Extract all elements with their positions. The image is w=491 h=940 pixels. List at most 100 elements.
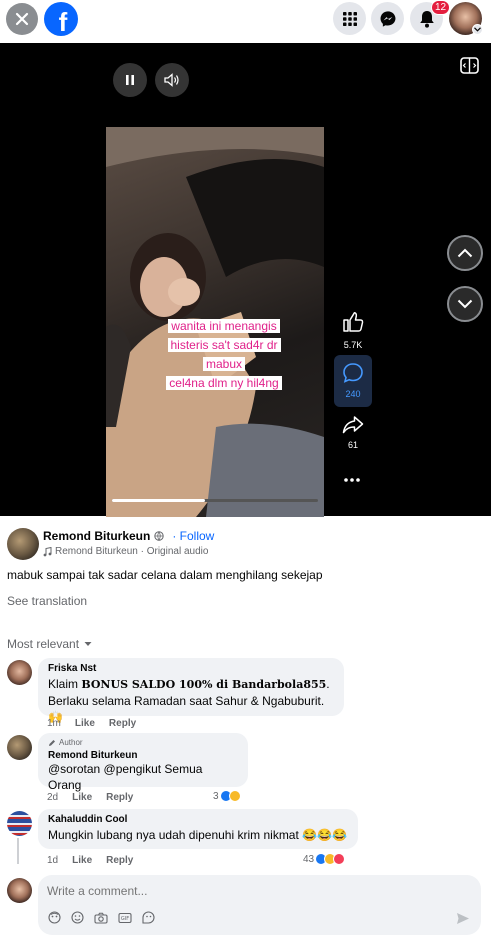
top-bar: f 12: [0, 0, 491, 43]
current-user-avatar: [7, 878, 32, 903]
commenter-name[interactable]: Kahaluddin Cool: [48, 814, 348, 825]
thread-line: [17, 838, 19, 864]
notifications-badge: 12: [431, 0, 451, 15]
chevron-down-icon: [457, 299, 473, 309]
comment-text: Mungkin lubang nya udah dipenuhi krim ni…: [48, 828, 347, 842]
comment-promo-text: BONUS SALDO 100% di Bandarbola855: [81, 678, 327, 691]
share-arrow-icon: [342, 416, 364, 434]
caption-line: histeris sa't sad4r dr: [167, 338, 281, 352]
pause-icon: [126, 75, 134, 85]
chevron-up-icon: [457, 248, 473, 258]
author-tag-label: Author: [59, 738, 83, 747]
more-dots-icon: [344, 478, 360, 482]
comment-reactions[interactable]: 3: [213, 790, 241, 802]
svg-text:GIF: GIF: [121, 916, 129, 922]
like-comment-button[interactable]: Like: [72, 792, 92, 803]
messenger-icon: [380, 10, 395, 27]
comment-actions: 1m Like Reply: [47, 718, 136, 729]
sidebar-toggle-icon: [460, 57, 479, 74]
send-icon[interactable]: [456, 912, 470, 925]
author-tag: Author: [48, 738, 238, 747]
commenter-name[interactable]: Friska Nst: [48, 663, 334, 674]
post-caption: mabuk sampai tak sadar celana dalam meng…: [7, 568, 323, 582]
commenter-avatar[interactable]: [7, 811, 32, 836]
author-avatar[interactable]: [7, 528, 39, 560]
video-frame[interactable]: wanita ini menangis histeris sa't sad4r …: [106, 127, 324, 517]
account-menu-chevron[interactable]: [472, 24, 483, 35]
picture-in-picture-button[interactable]: [460, 56, 479, 80]
reply-comment-button[interactable]: Reply: [106, 855, 133, 866]
video-caption-overlay: wanita ini menangis histeris sa't sad4r …: [144, 317, 304, 393]
caret-down-icon: [84, 642, 92, 646]
see-translation-link[interactable]: See translation: [7, 594, 87, 608]
pencil-icon: [49, 739, 55, 746]
share-action[interactable]: 61: [334, 415, 372, 450]
menu-grid-button[interactable]: [333, 2, 366, 35]
commenter-avatar[interactable]: [7, 660, 32, 685]
thumbs-up-icon: [343, 312, 364, 332]
next-video-button[interactable]: [447, 286, 483, 322]
comment-count: 240: [345, 389, 361, 399]
follow-link[interactable]: · Follow: [172, 529, 214, 543]
comment-input[interactable]: [47, 881, 467, 901]
comment-text-part: Klaim: [48, 677, 82, 691]
reply-comment-button[interactable]: Reply: [106, 792, 133, 803]
caption-line: wanita ini menangis: [168, 319, 280, 333]
reaction-count: 3: [213, 790, 219, 802]
video-player: wanita ini menangis histeris sa't sad4r …: [0, 43, 491, 517]
comment-bubble: Author Remond Biturkeun @sorotan @pengik…: [38, 733, 248, 792]
audio-label: Remond Biturkeun · Original audio: [55, 546, 209, 557]
comment-time: 1d: [47, 855, 59, 866]
speaker-icon: [164, 73, 179, 87]
comment-sort-dropdown[interactable]: Most relevant: [7, 637, 92, 651]
reply-comment-button[interactable]: Reply: [109, 718, 136, 729]
commenter-avatar[interactable]: [7, 735, 32, 760]
comment-reactions[interactable]: 43: [303, 853, 346, 865]
comment-bubble: Kahaluddin Cool Mungkin lubang nya udah …: [38, 809, 358, 849]
comment-action[interactable]: 240: [334, 355, 372, 407]
music-note-icon: [43, 546, 52, 556]
love-reaction-icon: [333, 853, 346, 865]
chevron-down-icon: [474, 27, 481, 32]
comment-text: @sorotan @pengikut Semua Orang: [48, 762, 203, 792]
close-button[interactable]: [6, 3, 38, 35]
comment-time: 2d: [47, 792, 59, 803]
like-comment-button[interactable]: Like: [72, 855, 92, 866]
emoji-icon[interactable]: [71, 911, 84, 924]
more-options-button[interactable]: [343, 470, 361, 488]
caption-line: cel4na dlm ny hil4ng: [166, 376, 282, 390]
gif-icon[interactable]: GIF: [118, 912, 132, 924]
like-count: 5.7K: [343, 340, 363, 350]
like-action[interactable]: 5.7K: [334, 311, 372, 350]
close-icon: [15, 12, 29, 26]
sticker-icon[interactable]: [142, 911, 155, 924]
post-author-name[interactable]: Remond Biturkeun: [43, 529, 150, 543]
pause-button[interactable]: [113, 63, 147, 97]
composer-tools: GIF: [48, 911, 155, 924]
share-count: 61: [347, 440, 358, 450]
comment-actions: 1d Like Reply: [47, 855, 133, 866]
comment-text-part: .: [326, 677, 330, 691]
comment-time: 1m: [47, 718, 61, 729]
sort-label: Most relevant: [7, 637, 80, 651]
grid-icon: [342, 11, 357, 26]
care-reaction-icon: [228, 790, 241, 802]
volume-button[interactable]: [155, 63, 189, 97]
caption-line: mabux: [202, 357, 246, 371]
comment-bubble: Friska Nst Klaim BONUS SALDO 100% di Ban…: [38, 658, 344, 724]
avatar-sticker-icon[interactable]: [48, 911, 61, 924]
video-progress-bar[interactable]: [112, 499, 318, 502]
like-comment-button[interactable]: Like: [75, 718, 95, 729]
audio-row[interactable]: Remond Biturkeun · Original audio: [43, 546, 208, 557]
globe-icon: [154, 531, 165, 541]
post-author-row: Remond Biturkeun · Follow: [43, 529, 214, 543]
camera-icon[interactable]: [94, 912, 108, 924]
previous-video-button[interactable]: [447, 235, 483, 271]
facebook-logo-icon[interactable]: f: [44, 2, 78, 37]
commenter-name[interactable]: Remond Biturkeun: [48, 750, 238, 761]
comment-composer[interactable]: GIF: [38, 875, 481, 935]
video-progress-fill: [112, 499, 205, 502]
comment-actions: 2d Like Reply: [47, 792, 133, 803]
messenger-button[interactable]: [371, 2, 404, 35]
reaction-count: 43: [303, 853, 315, 865]
